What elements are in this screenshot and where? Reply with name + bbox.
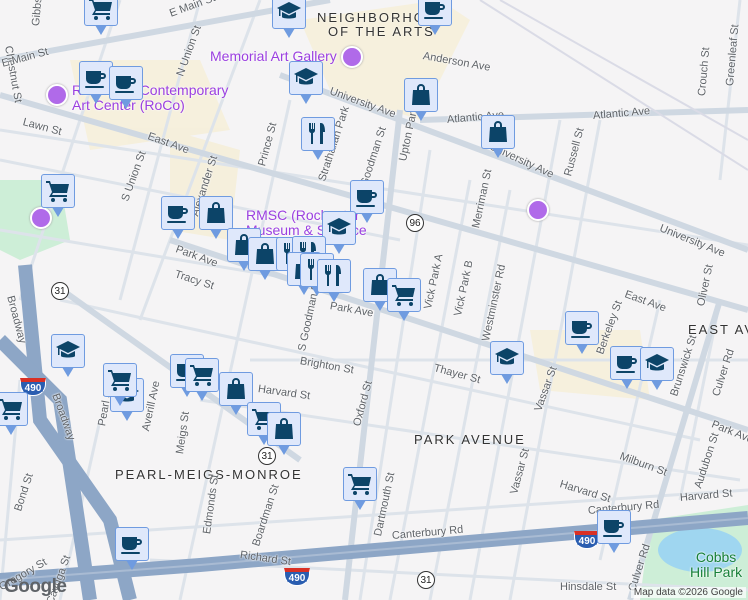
school-marker[interactable] xyxy=(322,211,356,254)
coffee-marker[interactable] xyxy=(565,311,599,354)
restaurant-marker[interactable] xyxy=(301,117,335,160)
museum-icon[interactable] xyxy=(30,207,52,229)
coffee-icon xyxy=(85,71,106,88)
cart-marker[interactable] xyxy=(41,174,75,217)
school-icon xyxy=(645,354,669,371)
shopping-bag-icon xyxy=(412,84,430,105)
coffee-icon xyxy=(571,321,592,338)
coffee-marker[interactable] xyxy=(115,527,149,570)
coffee-icon xyxy=(167,206,188,223)
restaurant-icon xyxy=(324,265,341,286)
coffee-icon xyxy=(115,76,136,93)
shopping-bag-icon xyxy=(256,243,274,264)
coffee-marker[interactable] xyxy=(610,346,644,389)
shopping-bag-icon xyxy=(227,378,245,399)
school-icon xyxy=(495,348,519,365)
shopping-bag-marker[interactable] xyxy=(404,78,438,121)
cart-icon xyxy=(392,285,415,306)
museum-icon[interactable] xyxy=(527,199,549,221)
coffee-marker[interactable] xyxy=(418,0,452,35)
park-label: Cobbs xyxy=(695,549,737,565)
coffee-marker[interactable] xyxy=(350,180,384,223)
park-label: Hill Park xyxy=(690,564,743,580)
route-31-shield: 31 xyxy=(51,282,69,300)
school-icon xyxy=(327,218,351,235)
shopping-bag-icon xyxy=(489,121,507,142)
school-marker[interactable] xyxy=(289,61,323,104)
school-marker[interactable] xyxy=(272,0,306,38)
school-icon xyxy=(56,341,80,358)
school-icon xyxy=(277,2,301,19)
school-marker[interactable] xyxy=(51,334,85,377)
cart-icon xyxy=(89,0,112,20)
cart-marker[interactable] xyxy=(343,467,377,510)
museum-icon[interactable] xyxy=(46,84,68,106)
shopping-bag-icon xyxy=(275,418,293,439)
shopping-bag-icon xyxy=(207,202,225,223)
museum-icon[interactable] xyxy=(341,46,363,68)
cart-marker[interactable] xyxy=(185,358,219,401)
map-attribution[interactable]: Map data ©2026 Google xyxy=(630,587,746,598)
school-marker[interactable] xyxy=(490,341,524,384)
poi-cobbs-hill-park[interactable]: Cobbs Hill Park xyxy=(690,550,742,580)
map[interactable]: NEIGHBORHOOD OF THE ARTS EAST AVE PARK A… xyxy=(0,0,748,600)
cart-marker[interactable] xyxy=(103,363,137,406)
street-label: Hinsdale St xyxy=(560,581,617,593)
coffee-icon xyxy=(424,2,445,19)
coffee-marker[interactable] xyxy=(79,61,113,104)
cart-icon xyxy=(0,399,22,420)
shopping-bag-marker[interactable] xyxy=(219,372,253,415)
route-31-shield: 31 xyxy=(417,571,435,589)
restaurant-marker[interactable] xyxy=(317,259,351,302)
neighborhood-label: EAST AVE xyxy=(688,322,748,337)
coffee-icon xyxy=(121,537,142,554)
shopping-bag-marker[interactable] xyxy=(481,115,515,158)
cart-icon xyxy=(108,370,131,391)
cart-marker[interactable] xyxy=(84,0,118,35)
cart-icon xyxy=(348,474,371,495)
cart-icon xyxy=(190,365,213,386)
shopping-bag-marker[interactable] xyxy=(267,412,301,455)
cart-icon xyxy=(46,181,69,202)
school-marker[interactable] xyxy=(640,347,674,390)
coffee-icon xyxy=(603,520,624,537)
coffee-marker[interactable] xyxy=(597,510,631,553)
shopping-bag-marker[interactable] xyxy=(199,196,233,239)
cart-marker[interactable] xyxy=(387,278,421,321)
coffee-icon xyxy=(616,356,637,373)
cart-marker[interactable] xyxy=(0,392,28,435)
coffee-marker[interactable] xyxy=(109,66,143,109)
neighborhood-label: PARK AVENUE xyxy=(414,432,526,447)
school-icon xyxy=(294,68,318,85)
restaurant-icon xyxy=(308,123,325,144)
coffee-marker[interactable] xyxy=(161,196,195,239)
google-logo: Google xyxy=(4,576,67,597)
route-96-shield: 96 xyxy=(406,214,424,232)
route-31-shield: 31 xyxy=(258,447,276,465)
neighborhood-label: OF THE ARTS xyxy=(328,24,435,39)
coffee-icon xyxy=(356,190,377,207)
